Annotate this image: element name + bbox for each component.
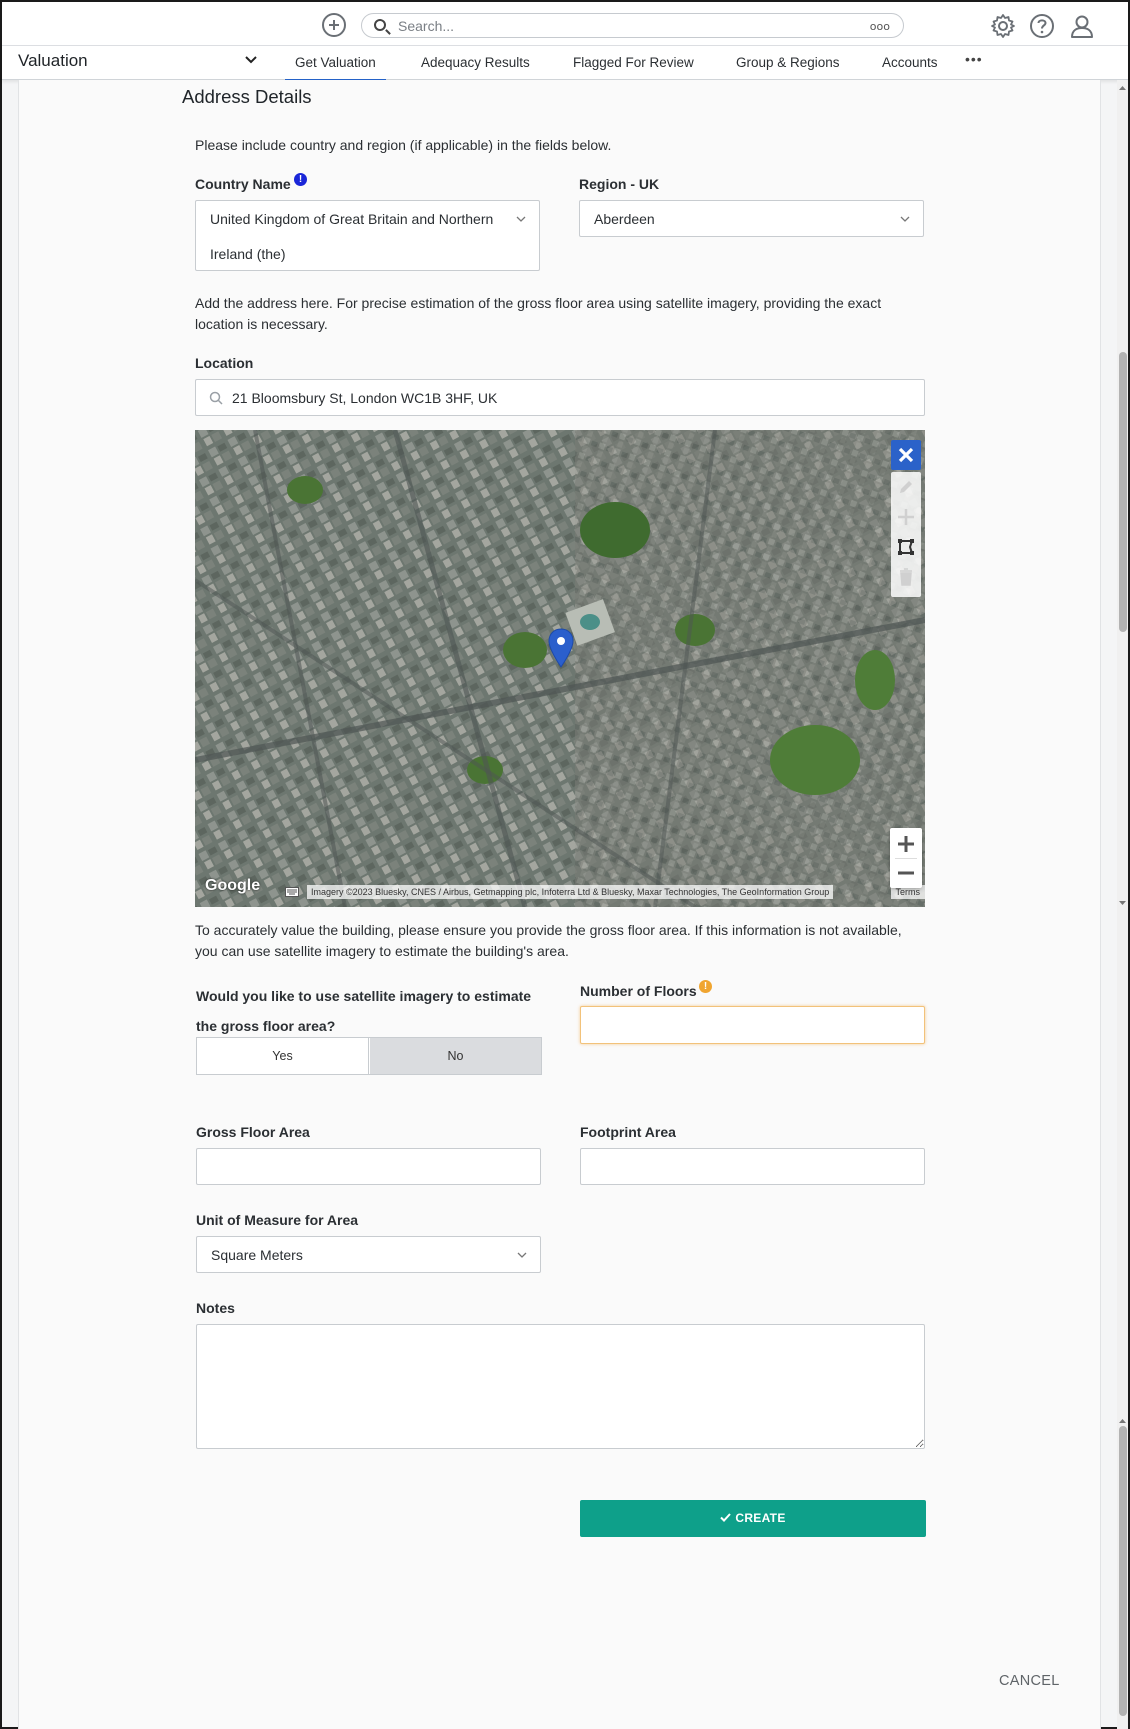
footprint-label: Footprint Area <box>580 1124 676 1140</box>
zoom-in-icon[interactable] <box>896 834 916 854</box>
app-selector[interactable]: Valuation <box>18 51 258 75</box>
google-logo: Google <box>205 877 261 894</box>
keyboard-icon[interactable] <box>285 887 299 897</box>
unit-value: Square Meters <box>211 1247 303 1263</box>
top-bar: ooo <box>2 2 1128 46</box>
location-input[interactable]: 21 Bloomsbury St, London WC1B 3HF, UK <box>195 379 925 416</box>
satellite-no-button[interactable]: No <box>370 1038 541 1074</box>
chevron-down-icon <box>245 56 257 64</box>
scrollbar-thumb[interactable] <box>1119 352 1127 632</box>
region-value: Aberdeen <box>594 211 655 227</box>
country-label: Country Name <box>195 176 291 192</box>
move-icon[interactable] <box>897 508 915 526</box>
tab-get-valuation[interactable]: Get Valuation <box>285 55 386 82</box>
nav-bar: Valuation Get Valuation Adequacy Results… <box>2 46 1128 82</box>
unit-select[interactable]: Square Meters <box>196 1236 541 1273</box>
zoom-controls <box>890 828 922 888</box>
app-name: Valuation <box>18 51 88 70</box>
close-draw-button[interactable] <box>891 440 921 470</box>
search-icon <box>209 391 223 405</box>
floors-input[interactable] <box>580 1006 925 1044</box>
edit-icon[interactable] <box>897 478 915 496</box>
polygon-icon[interactable] <box>897 538 915 556</box>
scrollbar-thumb-lower[interactable] <box>1119 1426 1127 1716</box>
scroll-up-icon-lower[interactable] <box>1118 1417 1127 1425</box>
check-icon <box>720 1513 732 1522</box>
draw-toolbar <box>891 472 921 597</box>
notes-textarea[interactable] <box>196 1324 925 1449</box>
country-value-line2: Ireland (the) <box>210 246 286 262</box>
global-search[interactable]: ooo <box>361 13 904 38</box>
warning-icon[interactable]: ! <box>699 980 712 993</box>
satellite-map[interactable]: Google Imagery ©2023 Bluesky, CNES / Air… <box>195 430 925 907</box>
gfa-hint: To accurately value the building, please… <box>195 922 902 959</box>
unit-label: Unit of Measure for Area <box>196 1212 359 1228</box>
gfa-input[interactable] <box>196 1148 541 1185</box>
add-icon[interactable] <box>322 13 346 37</box>
zoom-out-icon[interactable] <box>896 863 916 883</box>
create-label: CREATE <box>735 1511 786 1525</box>
footprint-input[interactable] <box>580 1148 925 1185</box>
gfa-label: Gross Floor Area <box>196 1124 310 1140</box>
country-select[interactable]: United Kingdom of Great Britain and Nort… <box>195 200 540 271</box>
create-button[interactable]: CREATE <box>580 1500 926 1537</box>
search-input[interactable] <box>396 15 816 36</box>
close-icon <box>898 447 914 463</box>
tab-accounts[interactable]: Accounts <box>882 55 938 70</box>
tab-group-regions[interactable]: Group & Regions <box>736 55 840 70</box>
chevron-down-icon <box>900 216 910 222</box>
info-icon[interactable]: ! <box>294 173 307 186</box>
tab-flagged-for-review[interactable]: Flagged For Review <box>573 55 694 70</box>
country-hint: Please include country and region (if ap… <box>195 137 612 153</box>
user-icon[interactable] <box>1069 13 1095 39</box>
scroll-up-icon[interactable] <box>1118 84 1127 92</box>
location-label: Location <box>195 355 254 371</box>
trash-icon[interactable] <box>897 568 915 586</box>
section-title: Address Details <box>182 86 312 107</box>
scroll-down-icon[interactable] <box>1118 899 1127 907</box>
chevron-down-icon <box>516 216 526 222</box>
address-hint: Add the address here. For precise estima… <box>195 295 882 332</box>
search-icon <box>374 19 386 31</box>
satellite-imagery <box>195 430 925 907</box>
satellite-toggle: Yes No <box>196 1037 542 1075</box>
region-label: Region - UK <box>579 176 660 192</box>
region-select[interactable]: Aberdeen <box>579 200 924 237</box>
chevron-down-icon <box>517 1252 527 1258</box>
map-attribution: Imagery ©2023 Bluesky, CNES / Airbus, Ge… <box>307 885 834 899</box>
notes-label: Notes <box>196 1300 235 1316</box>
satellite-yes-button[interactable]: Yes <box>197 1038 369 1074</box>
gear-icon[interactable] <box>990 13 1016 39</box>
help-icon[interactable] <box>1029 13 1055 39</box>
search-options-icon[interactable]: ooo <box>870 20 890 33</box>
cancel-button[interactable]: CANCEL <box>999 1673 1060 1689</box>
country-value-line1: United Kingdom of Great Britain and Nort… <box>210 211 494 227</box>
floors-label: Number of Floors <box>580 983 697 999</box>
location-value: 21 Bloomsbury St, London WC1B 3HF, UK <box>232 390 498 406</box>
location-pin-icon[interactable] <box>548 628 574 668</box>
satellite-question: Would you like to use satellite imagery … <box>196 988 532 1034</box>
tab-adequacy-results[interactable]: Adequacy Results <box>421 55 530 70</box>
app-window: ooo Valuation Get Valuation Adequacy Res… <box>0 0 1130 1729</box>
more-tabs-icon[interactable]: ••• <box>965 51 983 67</box>
